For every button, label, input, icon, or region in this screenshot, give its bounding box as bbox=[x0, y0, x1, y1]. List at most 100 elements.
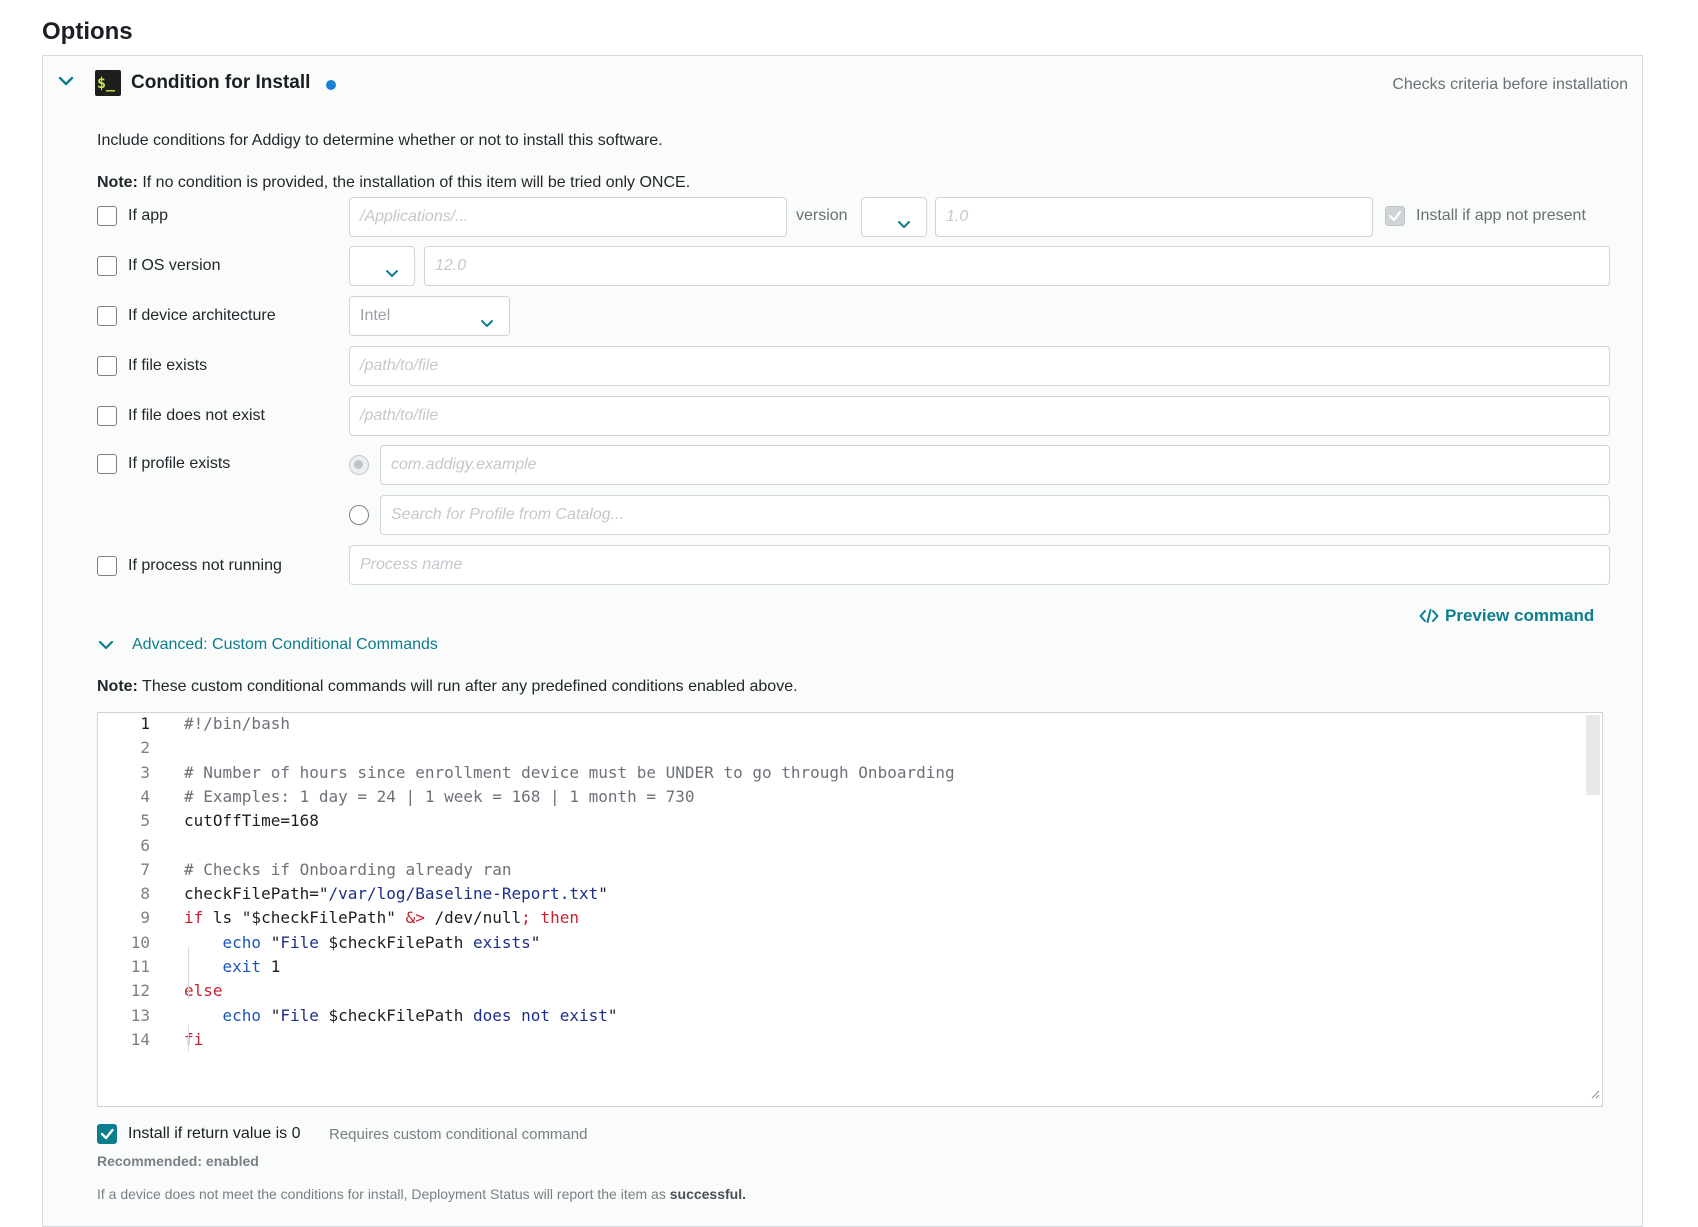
if-profile-exists-checkbox[interactable] bbox=[97, 454, 117, 474]
profile-identifier-input[interactable]: com.addigy.example bbox=[380, 445, 1610, 485]
line-number: 8 bbox=[140, 884, 150, 904]
if-file-not-exist-checkbox[interactable] bbox=[97, 406, 117, 426]
line-number: 13 bbox=[130, 1005, 150, 1025]
indent-guide bbox=[188, 947, 189, 999]
if-os-version-checkbox[interactable] bbox=[97, 256, 117, 276]
os-version-operator-select[interactable] bbox=[349, 246, 415, 286]
device-architecture-value: Intel bbox=[360, 307, 391, 324]
code-line: 13 echo "File $checkFilePath does not ex… bbox=[98, 1003, 1602, 1029]
footnote-strong: successful. bbox=[669, 1186, 746, 1202]
footnote: If a device does not meet the conditions… bbox=[97, 1186, 746, 1202]
chevron-down-icon bbox=[479, 309, 495, 347]
if-app-label: If app bbox=[128, 207, 169, 224]
condition-for-install-panel: $_ Condition for Install Checks criteria… bbox=[42, 55, 1643, 1227]
code-text: exit 1 bbox=[222, 957, 281, 976]
if-app-checkbox[interactable] bbox=[97, 206, 117, 226]
if-device-architecture-label: If device architecture bbox=[128, 307, 276, 324]
profile-catalog-radio[interactable] bbox=[349, 505, 369, 525]
footnote-body: If a device does not meet the conditions… bbox=[97, 1186, 670, 1202]
editor-scrollbar[interactable] bbox=[1586, 715, 1600, 795]
custom-command-editor[interactable]: 1 #!/bin/bash 2 3 # Number of hours since en… bbox=[97, 712, 1603, 1107]
os-version-input[interactable]: 12.0 bbox=[424, 246, 1610, 286]
install-if-return-zero-checkbox[interactable] bbox=[97, 1124, 117, 1144]
section-description: Checks criteria before installation bbox=[1392, 76, 1628, 93]
advanced-note-prefix: Note: bbox=[97, 678, 138, 695]
line-number: 6 bbox=[140, 835, 150, 855]
code-line: 9 if ls "$checkFilePath" &> /dev/null; th… bbox=[98, 905, 1602, 931]
code-text: echo "File $checkFilePath exists" bbox=[222, 932, 541, 952]
chevron-down-icon bbox=[384, 259, 400, 297]
advanced-note: Note: These custom conditional commands … bbox=[97, 678, 798, 696]
collapse-chevron-icon[interactable] bbox=[57, 72, 75, 90]
version-label: version bbox=[796, 207, 848, 224]
code-line: 6 bbox=[98, 833, 1602, 859]
install-if-app-not-present-checkbox[interactable] bbox=[1385, 206, 1405, 226]
install-if-app-not-present-label: Install if app not present bbox=[1416, 207, 1586, 224]
process-name-input[interactable]: Process name bbox=[349, 545, 1610, 585]
advanced-custom-commands-toggle[interactable]: Advanced: Custom Conditional Commands bbox=[132, 636, 438, 654]
advanced-chevron-icon[interactable] bbox=[97, 636, 115, 659]
if-device-architecture-checkbox[interactable] bbox=[97, 306, 117, 326]
file-not-exist-path-input[interactable]: /path/to/file bbox=[349, 396, 1610, 436]
code-line: 2 bbox=[98, 735, 1602, 761]
if-process-not-running-label: If process not running bbox=[128, 557, 282, 574]
app-version-input[interactable]: 1.0 bbox=[935, 197, 1373, 237]
code-line: 10 echo "File $checkFilePath exists" bbox=[98, 930, 1602, 956]
line-number: 1 bbox=[140, 714, 150, 733]
code-icon bbox=[1419, 608, 1439, 629]
if-profile-exists-label: If profile exists bbox=[128, 455, 231, 472]
line-number: 14 bbox=[130, 1029, 150, 1049]
app-path-input[interactable]: /Applications/... bbox=[349, 197, 787, 237]
line-number: 12 bbox=[130, 981, 150, 1001]
line-number: 3 bbox=[140, 762, 150, 782]
app-version-operator-select[interactable] bbox=[861, 197, 927, 237]
device-architecture-select[interactable]: Intel bbox=[349, 296, 510, 336]
if-file-not-exist-label: If file does not exist bbox=[128, 407, 265, 424]
code-text: checkFilePath="/var/log/Baseline-Report.… bbox=[184, 884, 608, 904]
resize-grip-icon[interactable] bbox=[1590, 1086, 1600, 1104]
code-text: # Number of hours since enrollment devic… bbox=[184, 762, 955, 782]
code-line: 11 exit 1 bbox=[98, 954, 1602, 980]
code-text: echo "File $checkFilePath does not exist… bbox=[222, 1005, 618, 1025]
chevron-down-icon bbox=[896, 210, 912, 248]
code-text: # Checks if Onboarding already ran bbox=[184, 859, 512, 879]
code-text: # Examples: 1 day = 24 | 1 week = 168 | … bbox=[184, 786, 695, 806]
terminal-icon: $_ bbox=[95, 70, 121, 96]
file-exists-path-input[interactable]: /path/to/file bbox=[349, 346, 1610, 386]
code-text: else bbox=[184, 981, 223, 1001]
code-line: 4 # Examples: 1 day = 24 | 1 week = 168 |… bbox=[98, 784, 1602, 810]
if-os-version-label: If OS version bbox=[128, 257, 221, 274]
code-line: 8 checkFilePath="/var/log/Baseline-Report… bbox=[98, 881, 1602, 907]
line-number: 9 bbox=[140, 908, 150, 928]
line-number: 11 bbox=[130, 957, 150, 976]
section-title: Condition for Install bbox=[131, 72, 311, 93]
code-line: 1 #!/bin/bash bbox=[98, 713, 1602, 737]
line-number: 4 bbox=[140, 786, 150, 806]
if-process-not-running-checkbox[interactable] bbox=[97, 556, 117, 576]
intro-text: Include conditions for Addigy to determi… bbox=[97, 132, 663, 149]
status-dot bbox=[326, 80, 336, 90]
line-number: 10 bbox=[130, 932, 150, 952]
line-number: 2 bbox=[140, 738, 150, 758]
code-text: cutOffTime=168 bbox=[184, 811, 319, 831]
line-number: 7 bbox=[140, 859, 150, 879]
code-line: 3 # Number of hours since enrollment devi… bbox=[98, 760, 1602, 786]
preview-command-link[interactable]: Preview command bbox=[1419, 606, 1594, 629]
install-if-return-zero-label: Install if return value is 0 bbox=[128, 1125, 301, 1142]
code-line: 7 # Checks if Onboarding already ran bbox=[98, 857, 1602, 883]
page-title: Options bbox=[42, 18, 133, 45]
code-line: 14 fi bbox=[98, 1027, 1602, 1053]
code-line: 12 else bbox=[98, 978, 1602, 1004]
line-number: 5 bbox=[140, 811, 150, 831]
code-line: 5 cutOffTime=168 bbox=[98, 808, 1602, 834]
advanced-note-body: These custom conditional commands will r… bbox=[137, 678, 798, 695]
if-file-exists-checkbox[interactable] bbox=[97, 356, 117, 376]
recommended-text: Recommended: enabled bbox=[97, 1153, 259, 1169]
note-text: Note: If no condition is provided, the i… bbox=[97, 174, 690, 192]
profile-identifier-radio[interactable] bbox=[349, 455, 369, 475]
code-text: if ls "$checkFilePath" &> /dev/null; the… bbox=[184, 908, 579, 928]
note-prefix: Note: bbox=[97, 174, 138, 191]
code-text: #!/bin/bash bbox=[184, 714, 290, 733]
profile-catalog-search-input[interactable]: Search for Profile from Catalog... bbox=[380, 495, 1610, 535]
install-if-return-zero-hint: Requires custom conditional command bbox=[329, 1126, 588, 1143]
